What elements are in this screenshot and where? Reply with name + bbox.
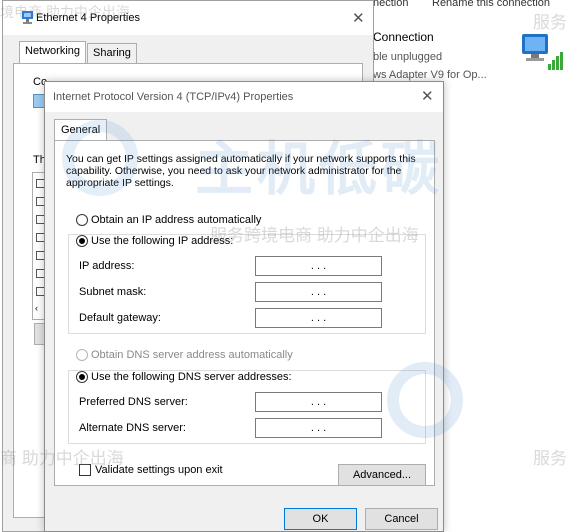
obtain-ip-auto-radio[interactable]: Obtain an IP address automatically xyxy=(76,214,262,227)
radio-icon xyxy=(76,214,88,227)
connection-name[interactable]: Connection xyxy=(373,30,434,44)
radio-selected-icon xyxy=(76,371,88,384)
ethernet-window-title: Ethernet 4 Properties xyxy=(36,12,140,24)
ip-address-input[interactable]: . . . xyxy=(255,256,382,276)
network-adapter-icon[interactable] xyxy=(518,28,564,74)
tab-networking[interactable]: Networking xyxy=(19,41,87,64)
tab-sharing[interactable]: Sharing xyxy=(87,43,137,64)
use-following-ip-label: Use the following IP address: xyxy=(91,235,234,247)
use-following-dns-label: Use the following DNS server addresses: xyxy=(91,371,292,383)
validate-settings-label: Validate settings upon exit xyxy=(95,464,223,476)
checkbox-icon xyxy=(79,464,91,477)
ok-button[interactable]: OK xyxy=(284,508,357,530)
scroll-left-icon[interactable]: ‹ xyxy=(35,303,38,313)
connection-status: ble unplugged xyxy=(373,51,443,63)
radio-icon xyxy=(76,349,88,362)
ip-address-label: IP address: xyxy=(79,260,135,272)
default-gateway-label: Default gateway: xyxy=(79,312,161,324)
default-gateway-input[interactable]: . . . xyxy=(255,308,382,328)
connection-adapter: ws Adapter V9 for Op... xyxy=(373,69,487,81)
advanced-button[interactable]: Advanced... xyxy=(338,464,426,486)
radio-selected-icon xyxy=(76,235,88,248)
dialog-title: Internet Protocol Version 4 (TCP/IPv4) P… xyxy=(53,91,294,103)
subnet-mask-label: Subnet mask: xyxy=(79,286,147,298)
obtain-dns-auto-label: Obtain DNS server address automatically xyxy=(91,349,293,361)
watermark-logo-icon xyxy=(385,360,465,440)
alternate-dns-label: Alternate DNS server: xyxy=(79,422,186,434)
close-icon[interactable]: ✕ xyxy=(352,9,365,27)
watermark-logo-icon xyxy=(60,118,140,198)
network-icon xyxy=(21,11,34,25)
preferred-dns-label: Preferred DNS server: xyxy=(79,396,188,408)
obtain-ip-auto-label: Obtain an IP address automatically xyxy=(91,214,262,226)
obtain-dns-auto-radio[interactable]: Obtain DNS server address automatically xyxy=(76,349,293,362)
use-following-dns-radio[interactable]: Use the following DNS server addresses: xyxy=(76,371,295,384)
close-icon[interactable]: ✕ xyxy=(421,87,434,105)
subnet-mask-input[interactable]: . . . xyxy=(255,282,382,302)
use-following-ip-radio[interactable]: Use the following IP address: xyxy=(76,235,237,248)
toolbar-connection-label[interactable]: nection xyxy=(373,0,408,9)
cancel-button[interactable]: Cancel xyxy=(365,508,438,530)
preferred-dns-input[interactable]: . . . xyxy=(255,392,382,412)
watermark-slogan-right: 服务 xyxy=(533,449,567,468)
validate-settings-checkbox[interactable]: Validate settings upon exit xyxy=(79,464,223,477)
alternate-dns-input[interactable]: . . . xyxy=(255,418,382,438)
rename-connection-button[interactable]: Rename this connection xyxy=(432,0,550,9)
